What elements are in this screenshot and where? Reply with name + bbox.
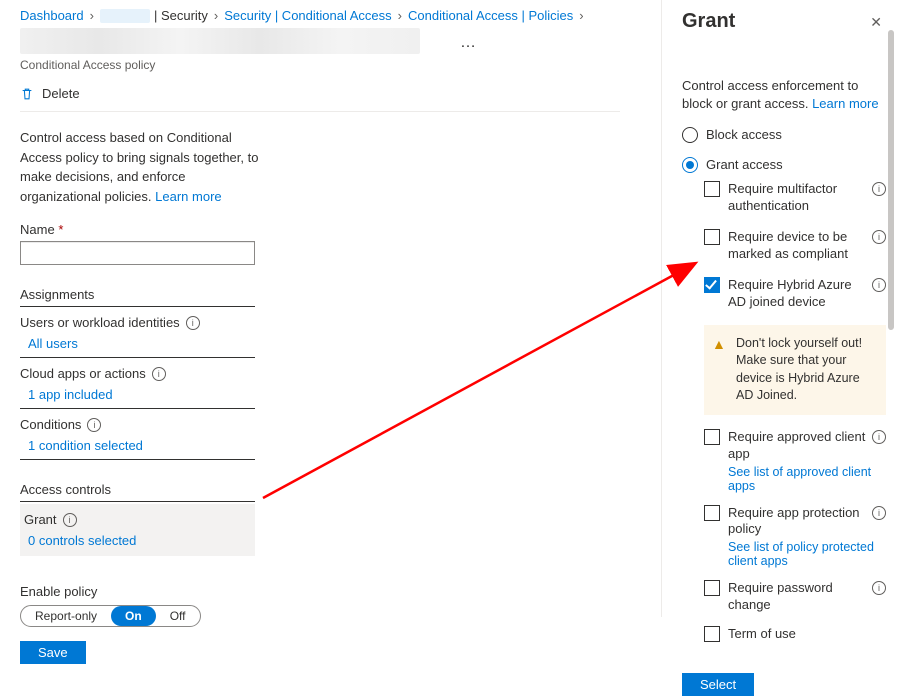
cb-label: Require password change (728, 580, 886, 614)
bc-sep: › (398, 8, 402, 23)
radio-icon (682, 127, 698, 143)
radio-label: Grant access (706, 157, 783, 172)
grant-panel: Grant ✕ Control access enforcement to bl… (662, 0, 894, 617)
apps-value[interactable]: 1 app included (20, 387, 255, 404)
protection-apps-link[interactable]: See list of policy protected client apps (728, 540, 874, 568)
cb-term-of-use[interactable]: Term of use (704, 626, 886, 643)
info-icon[interactable]: i (872, 430, 886, 444)
cb-compliant[interactable]: Require device to be marked as compliant… (704, 229, 886, 263)
info-icon[interactable]: i (152, 367, 166, 381)
panel-description: Control access enforcement to block or g… (682, 77, 886, 113)
checkbox-icon (704, 626, 720, 642)
panel-learn-more[interactable]: Learn more (812, 96, 878, 111)
conditions-value[interactable]: 1 condition selected (20, 438, 255, 455)
page-subtitle: Conditional Access policy (20, 58, 620, 72)
cb-label: Require Hybrid Azure AD joined device (728, 277, 886, 311)
more-menu[interactable]: … (460, 34, 476, 52)
info-icon[interactable]: i (63, 513, 77, 527)
cb-label: Term of use (728, 626, 814, 643)
learn-more-link[interactable]: Learn more (155, 189, 221, 204)
info-icon[interactable]: i (87, 418, 101, 432)
grant-label: Grant (24, 512, 57, 527)
enable-policy-heading: Enable policy (20, 584, 620, 599)
info-icon[interactable]: i (872, 278, 886, 292)
access-controls-heading: Access controls (20, 482, 255, 502)
name-label: Name * (20, 222, 63, 237)
warning-text: Don't lock yourself out! Make sure that … (736, 336, 862, 403)
apps-row[interactable]: Cloud apps or actions i 1 app included (20, 358, 255, 409)
toggle-off[interactable]: Off (156, 606, 200, 626)
radio-block-access[interactable]: Block access (682, 127, 886, 143)
select-button[interactable]: Select (682, 673, 754, 696)
cb-mfa[interactable]: Require multifactor authentication i (704, 181, 886, 215)
apps-label: Cloud apps or actions (20, 366, 146, 381)
cb-label: Require device to be marked as compliant (728, 229, 886, 263)
warning-box: ▲ Don't lock yourself out! Make sure tha… (704, 325, 886, 415)
toggle-on[interactable]: On (111, 606, 156, 626)
conditions-label: Conditions (20, 417, 81, 432)
name-field: Name * (20, 222, 620, 265)
delete-button[interactable]: Delete (20, 72, 620, 112)
bc-dashboard[interactable]: Dashboard (20, 8, 84, 23)
bc-security: | Security (154, 8, 208, 23)
info-icon[interactable]: i (872, 506, 886, 520)
radio-icon (682, 157, 698, 173)
save-button[interactable]: Save (20, 641, 86, 664)
cb-password-change[interactable]: Require password change i (704, 580, 886, 614)
warning-icon: ▲ (712, 335, 726, 355)
bc-sep: › (90, 8, 94, 23)
users-value[interactable]: All users (20, 336, 255, 353)
info-icon[interactable]: i (186, 316, 200, 330)
checkbox-icon (704, 229, 720, 245)
close-icon[interactable]: ✕ (866, 10, 886, 35)
approved-apps-link[interactable]: See list of approved client apps (728, 465, 871, 493)
panel-title: Grant (682, 10, 735, 33)
assignments-heading: Assignments (20, 287, 255, 307)
panel-scrollbar[interactable] (888, 30, 894, 330)
checkbox-icon (704, 505, 720, 521)
desc-text: Control access based on Conditional Acce… (20, 130, 258, 204)
grant-value[interactable]: 0 controls selected (20, 533, 247, 550)
trash-icon (20, 87, 34, 101)
radio-label: Block access (706, 127, 782, 142)
main-content: … Conditional Access policy Delete Contr… (0, 28, 640, 684)
cb-hybrid[interactable]: Require Hybrid Azure AD joined device i (704, 277, 886, 311)
page-description: Control access based on Conditional Acce… (20, 128, 260, 206)
cb-label: Require multifactor authentication (728, 181, 886, 215)
cb-approved-app[interactable]: Require approved client app i (704, 429, 886, 463)
name-input[interactable] (20, 241, 255, 265)
bc-ca-pol[interactable]: Conditional Access | Policies (408, 8, 573, 23)
checkbox-icon (704, 429, 720, 445)
toggle-report[interactable]: Report-only (21, 606, 111, 626)
bc-sep: › (214, 8, 218, 23)
grant-row-active[interactable]: Grant i 0 controls selected (20, 504, 255, 556)
cb-label: Require app protection policy (728, 505, 886, 539)
checkbox-icon (704, 580, 720, 596)
radio-grant-access[interactable]: Grant access (682, 157, 886, 173)
conditions-row[interactable]: Conditions i 1 condition selected (20, 409, 255, 460)
users-row[interactable]: Users or workload identities i All users (20, 307, 255, 358)
checkbox-icon (704, 277, 720, 293)
bc-sep: › (579, 8, 583, 23)
bc-sec-ca[interactable]: Security | Conditional Access (224, 8, 391, 23)
users-label: Users or workload identities (20, 315, 180, 330)
policy-title-placeholder (20, 28, 420, 54)
delete-label: Delete (42, 86, 80, 101)
bc-blank[interactable] (100, 9, 150, 23)
cb-app-protection[interactable]: Require app protection policy i (704, 505, 886, 539)
checkbox-icon (704, 181, 720, 197)
cb-label: Require approved client app (728, 429, 886, 463)
enable-policy-toggle[interactable]: Report-only On Off (20, 605, 201, 627)
